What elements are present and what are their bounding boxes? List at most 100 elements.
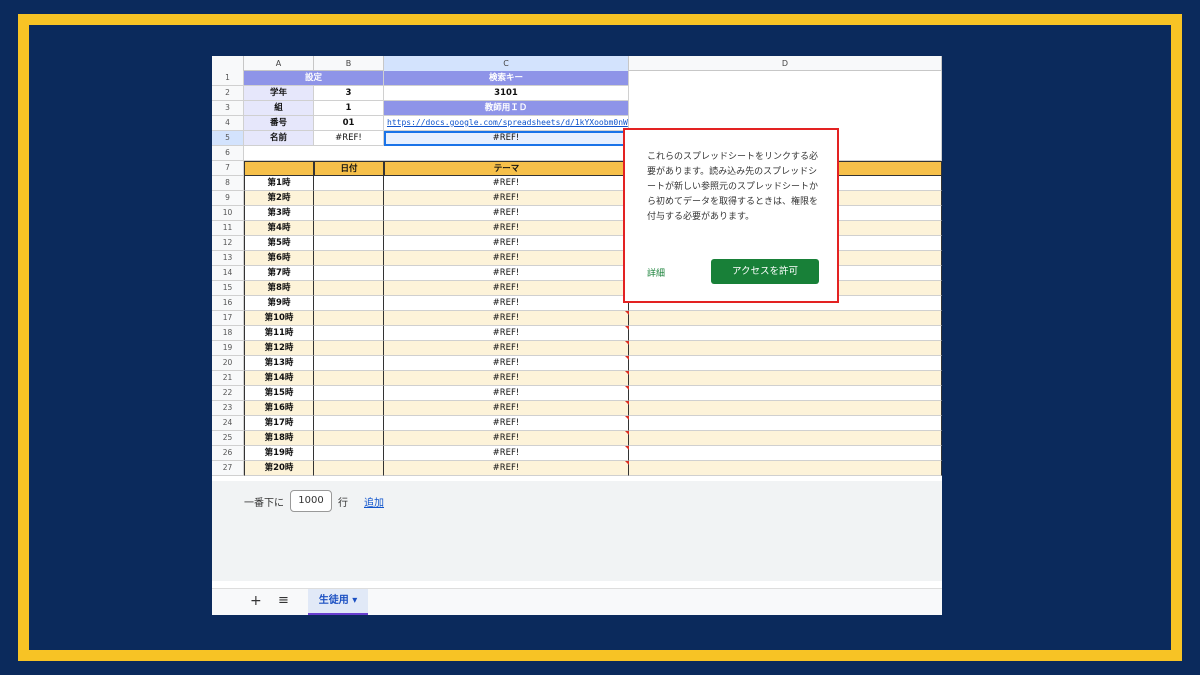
row-number[interactable]: 11 (212, 221, 244, 236)
row-number[interactable]: 9 (212, 191, 244, 206)
lesson-label[interactable]: 第15時 (244, 386, 314, 401)
theme-cell[interactable]: #REF! (384, 206, 629, 221)
cell[interactable] (244, 161, 314, 176)
cell[interactable] (629, 326, 942, 341)
allow-access-button[interactable]: アクセスを許可 (711, 259, 819, 284)
date-cell[interactable] (314, 206, 384, 221)
lesson-label[interactable]: 第4時 (244, 221, 314, 236)
lesson-label[interactable]: 第9時 (244, 296, 314, 311)
lesson-label[interactable]: 第10時 (244, 311, 314, 326)
cell[interactable] (629, 311, 942, 326)
lesson-label[interactable]: 第17時 (244, 416, 314, 431)
lesson-label[interactable]: 第13時 (244, 356, 314, 371)
row-number[interactable]: 8 (212, 176, 244, 191)
row-number[interactable]: 26 (212, 446, 244, 461)
add-rows-link[interactable]: 追加 (364, 494, 384, 509)
lesson-label[interactable]: 第2時 (244, 191, 314, 206)
lesson-label[interactable]: 第18時 (244, 431, 314, 446)
cell-number-value[interactable]: 01 (314, 116, 384, 131)
cell[interactable] (629, 101, 942, 116)
theme-cell[interactable]: #REF! (384, 356, 629, 371)
row-number[interactable]: 21 (212, 371, 244, 386)
cell[interactable] (244, 146, 314, 161)
row-number[interactable]: 13 (212, 251, 244, 266)
lesson-label[interactable]: 第6時 (244, 251, 314, 266)
theme-cell[interactable]: #REF! (384, 221, 629, 236)
cell[interactable] (314, 146, 384, 161)
lesson-label[interactable]: 第19時 (244, 446, 314, 461)
lesson-label[interactable]: 第14時 (244, 371, 314, 386)
cell-url-link[interactable]: https://docs.google.com/spreadsheets/d/1… (384, 116, 629, 131)
theme-cell[interactable]: #REF! (384, 236, 629, 251)
date-cell[interactable] (314, 326, 384, 341)
cell-grade-value[interactable]: 3 (314, 86, 384, 101)
theme-cell[interactable]: #REF! (384, 311, 629, 326)
date-cell[interactable] (314, 386, 384, 401)
theme-cell[interactable]: #REF! (384, 341, 629, 356)
row-number[interactable]: 1 (212, 71, 244, 86)
theme-cell[interactable]: #REF! (384, 326, 629, 341)
row-number[interactable]: 10 (212, 206, 244, 221)
cell-class-label[interactable]: 組 (244, 101, 314, 116)
date-cell[interactable] (314, 281, 384, 296)
cell-name-value[interactable]: #REF! (314, 131, 384, 146)
theme-cell[interactable]: #REF! (384, 401, 629, 416)
row-number[interactable]: 3 (212, 101, 244, 116)
lesson-label[interactable]: 第12時 (244, 341, 314, 356)
details-link[interactable]: 詳細 (647, 266, 665, 279)
date-cell[interactable] (314, 251, 384, 266)
column-header-b[interactable]: B (314, 56, 384, 71)
theme-cell[interactable]: #REF! (384, 251, 629, 266)
cell-settings[interactable]: 設定 (244, 71, 384, 86)
date-cell[interactable] (314, 221, 384, 236)
row-number[interactable]: 2 (212, 86, 244, 101)
cell[interactable] (629, 401, 942, 416)
row-number[interactable]: 12 (212, 236, 244, 251)
lesson-label[interactable]: 第8時 (244, 281, 314, 296)
date-cell[interactable] (314, 296, 384, 311)
date-cell[interactable] (314, 236, 384, 251)
date-cell[interactable] (314, 356, 384, 371)
theme-cell[interactable]: #REF! (384, 266, 629, 281)
theme-cell[interactable]: #REF! (384, 386, 629, 401)
date-cell[interactable] (314, 311, 384, 326)
row-number[interactable]: 7 (212, 161, 244, 176)
theme-cell[interactable]: #REF! (384, 281, 629, 296)
corner-cell[interactable] (212, 56, 244, 71)
row-number[interactable]: 14 (212, 266, 244, 281)
cell[interactable] (629, 446, 942, 461)
lesson-label[interactable]: 第3時 (244, 206, 314, 221)
row-number[interactable]: 24 (212, 416, 244, 431)
sheet-tab-active[interactable]: 生徒用 ▾ (308, 589, 368, 615)
row-number[interactable]: 23 (212, 401, 244, 416)
theme-cell[interactable]: #REF! (384, 416, 629, 431)
theme-cell[interactable]: #REF! (384, 296, 629, 311)
cell[interactable] (629, 71, 942, 86)
theme-cell[interactable]: #REF! (384, 176, 629, 191)
cell-theme-header[interactable]: テーマ (384, 161, 629, 176)
column-header-c[interactable]: C (384, 56, 629, 71)
cell-number-label[interactable]: 番号 (244, 116, 314, 131)
lesson-label[interactable]: 第11時 (244, 326, 314, 341)
row-number[interactable]: 15 (212, 281, 244, 296)
cell[interactable] (629, 371, 942, 386)
date-cell[interactable] (314, 446, 384, 461)
theme-cell[interactable]: #REF! (384, 446, 629, 461)
lesson-label[interactable]: 第20時 (244, 461, 314, 476)
row-number[interactable]: 4 (212, 116, 244, 131)
cell-class-value[interactable]: 1 (314, 101, 384, 116)
row-number[interactable]: 6 (212, 146, 244, 161)
cell-name-c-selected[interactable]: #REF! (384, 131, 629, 146)
date-cell[interactable] (314, 191, 384, 206)
cell-searchkey-header[interactable]: 検索キー (384, 71, 629, 86)
theme-cell[interactable]: #REF! (384, 431, 629, 446)
date-cell[interactable] (314, 416, 384, 431)
all-sheets-menu-button[interactable]: ≡ (278, 593, 289, 608)
row-number[interactable]: 18 (212, 326, 244, 341)
cell[interactable] (629, 461, 942, 476)
add-rows-count-input[interactable]: 1000 (290, 490, 332, 512)
row-number[interactable]: 5 (212, 131, 244, 146)
row-number[interactable]: 17 (212, 311, 244, 326)
row-number[interactable]: 20 (212, 356, 244, 371)
date-cell[interactable] (314, 176, 384, 191)
